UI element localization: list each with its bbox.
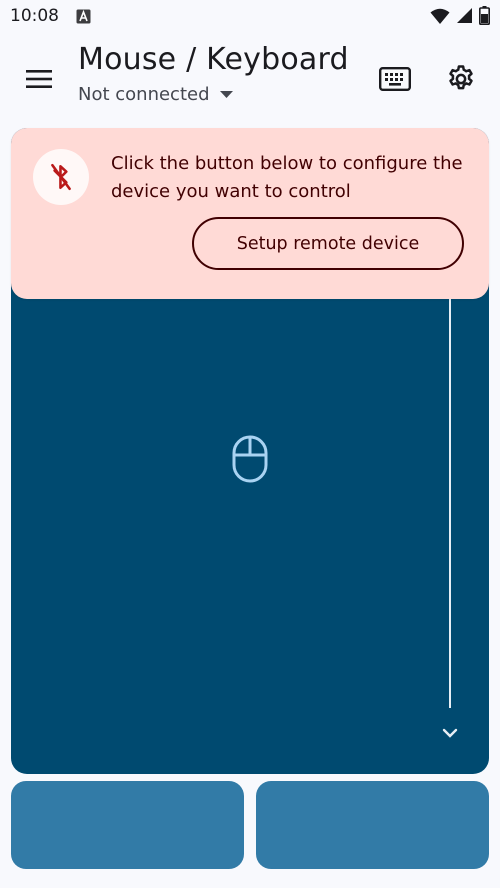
scroll-track[interactable] xyxy=(449,288,451,708)
keyboard-button[interactable] xyxy=(372,56,418,102)
a-notification-icon xyxy=(76,9,91,24)
page-title: Mouse / Keyboard xyxy=(78,42,349,77)
status-bar: 10:08 xyxy=(0,0,500,34)
left-click-button[interactable] xyxy=(11,781,244,869)
battery-icon xyxy=(479,6,490,25)
settings-button[interactable] xyxy=(438,56,484,102)
dropdown-arrow-icon xyxy=(219,90,233,98)
banner-message: Click the button below to configure the … xyxy=(111,153,463,202)
mouse-icon xyxy=(232,435,268,483)
setup-banner: Click the button below to configure the … xyxy=(11,128,489,299)
status-icons xyxy=(430,6,490,25)
bluetooth-disabled-icon xyxy=(51,163,71,191)
menu-button[interactable] xyxy=(16,56,62,102)
bluetooth-status-badge xyxy=(33,149,89,205)
menu-icon xyxy=(26,70,52,88)
cell-signal-icon xyxy=(457,8,472,23)
connection-status: Not connected xyxy=(78,84,210,105)
gear-icon xyxy=(449,65,473,90)
scroll-down-button[interactable] xyxy=(439,722,461,744)
app-bar: Mouse / Keyboard Not connected xyxy=(0,34,500,124)
chevron-down-icon xyxy=(442,728,458,738)
keyboard-icon xyxy=(379,67,411,91)
wifi-icon xyxy=(430,8,450,24)
status-time: 10:08 xyxy=(10,6,59,26)
connection-dropdown[interactable]: Not connected xyxy=(78,84,233,105)
setup-remote-device-button[interactable]: Setup remote device xyxy=(192,217,464,270)
right-click-button[interactable] xyxy=(256,781,489,869)
